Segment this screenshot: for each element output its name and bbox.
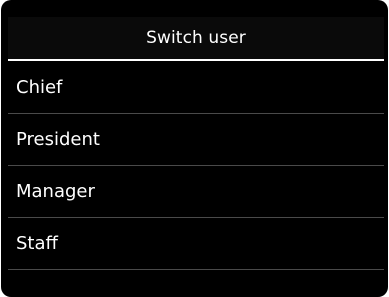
user-item-manager[interactable]: Manager	[8, 166, 384, 218]
user-list: Chief President Manager Staff	[8, 62, 384, 297]
user-item-president[interactable]: President	[8, 114, 384, 166]
user-item-chief[interactable]: Chief	[8, 62, 384, 114]
screen: Switch user Chief President Manager Staf…	[0, 0, 389, 297]
page-title: Switch user	[146, 28, 246, 48]
user-item-label: Manager	[16, 181, 95, 202]
user-item-label: Chief	[16, 77, 63, 98]
device-display: Switch user Chief President Manager Staf…	[1, 0, 388, 297]
title-bar: Switch user	[8, 17, 384, 61]
user-item-label: President	[16, 129, 100, 150]
user-item-staff[interactable]: Staff	[8, 218, 384, 270]
user-item-label: Staff	[16, 233, 58, 254]
